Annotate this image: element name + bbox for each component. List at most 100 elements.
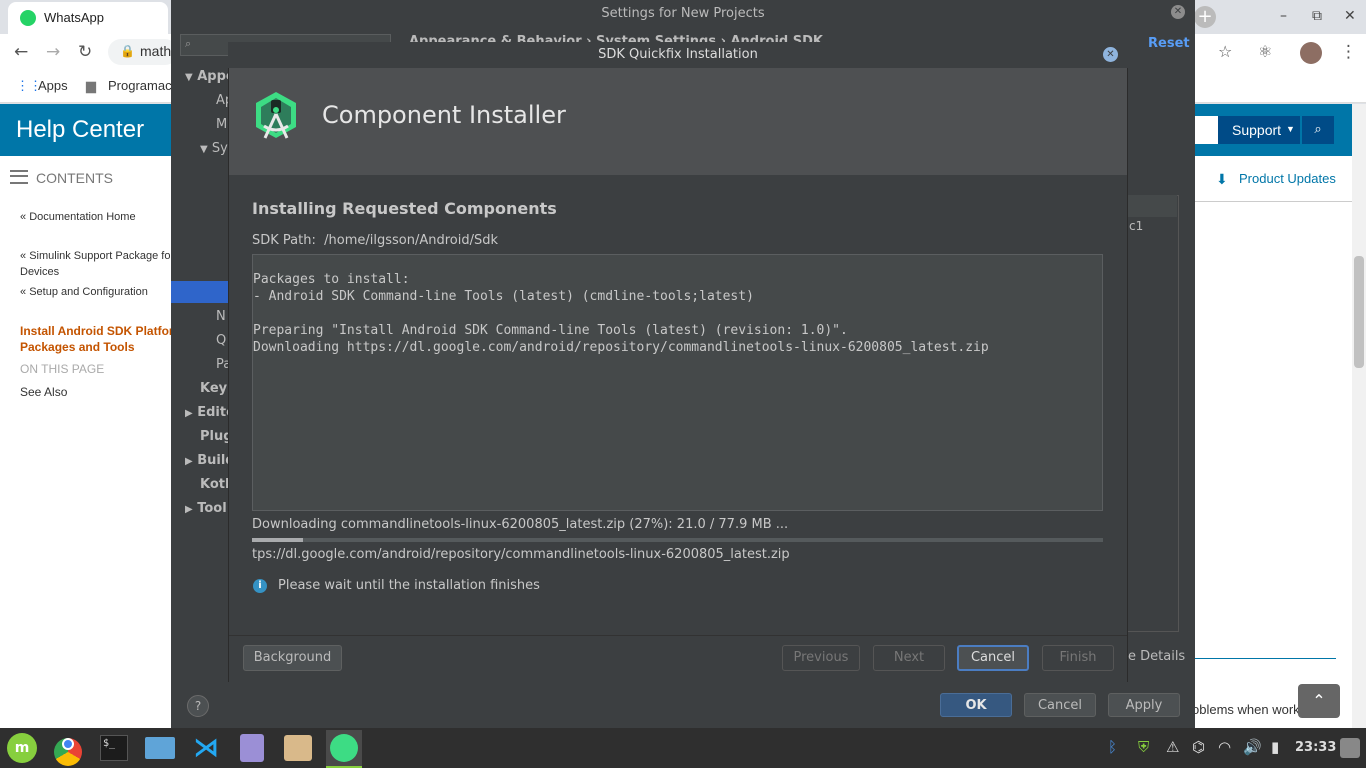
support-dropdown[interactable]: Support ▼	[1218, 116, 1300, 144]
tree-item-kotlin[interactable]: Kotl	[200, 477, 229, 492]
console-line: Downloading https://dl.google.com/androi…	[253, 340, 989, 355]
contents-label[interactable]: CONTENTS	[36, 170, 113, 186]
nav-simulink-support[interactable]: « Simulink Support Package for Devices	[20, 248, 175, 280]
nav-arrow: «	[20, 250, 27, 262]
back-to-top-button[interactable]: ⌃	[1298, 684, 1340, 718]
help-button[interactable]: ?	[187, 695, 209, 717]
nav-setup-configuration[interactable]: « Setup and Configuration	[20, 286, 148, 298]
previous-button[interactable]: Previous	[782, 645, 860, 671]
wait-message: Please wait until the installation finis…	[278, 578, 540, 593]
current-page-line2: Packages and Tools	[20, 340, 135, 354]
sdk-path-label: SDK Path:	[252, 233, 316, 248]
cancel-button[interactable]: Cancel	[957, 645, 1029, 671]
nav-label: Simulink Support Package for	[29, 250, 175, 262]
network-icon[interactable]: ⌬	[1192, 738, 1205, 756]
terminal-icon[interactable]: $_	[96, 730, 132, 766]
background-button[interactable]: Background	[243, 645, 342, 671]
console-line: - Android SDK Command-line Tools (latest…	[253, 289, 754, 304]
install-log-console[interactable]: Packages to install: - Android SDK Comma…	[252, 254, 1103, 511]
bookmark-programac[interactable]: Programac	[108, 78, 172, 93]
sdk-path: SDK Path: /home/ilgsson/Android/Sdk	[252, 233, 498, 248]
extension-icon[interactable]: ⚛	[1258, 42, 1272, 61]
progress-bar-fill	[252, 538, 304, 542]
tab-title: WhatsApp	[44, 10, 104, 25]
shield-icon[interactable]: ⛨	[1138, 738, 1149, 756]
console-line: Packages to install:	[253, 272, 410, 287]
profile-avatar[interactable]	[1300, 42, 1322, 64]
dialog-close-icon[interactable]: ✕	[1103, 47, 1118, 62]
tree-item-tools[interactable]: ▶ Tool	[185, 501, 227, 516]
whatsapp-icon	[20, 10, 36, 26]
show-desktop-icon[interactable]	[1340, 738, 1360, 758]
bookmark-apps[interactable]: Apps	[38, 78, 68, 93]
page-scrollbar[interactable]	[1352, 104, 1366, 728]
help-center-title[interactable]: Help Center	[16, 116, 144, 144]
console-line: Preparing "Install Android SDK Command-l…	[253, 323, 848, 338]
lock-icon: 🔒	[120, 44, 135, 58]
scrollbar-thumb[interactable]	[1354, 256, 1364, 368]
bluetooth-icon[interactable]: ᛒ	[1108, 738, 1117, 756]
minimize-icon[interactable]: –	[1280, 8, 1287, 24]
expand-arrow-icon: ▼	[200, 144, 208, 155]
back-icon[interactable]: ←	[14, 42, 28, 62]
mint-menu-icon[interactable]: m	[4, 730, 40, 766]
restore-icon[interactable]: ⧉	[1312, 8, 1322, 24]
apply-button[interactable]: Apply	[1108, 693, 1180, 717]
clock[interactable]: 23:33	[1295, 740, 1336, 755]
menu-icon[interactable]: ⋮	[1340, 42, 1357, 62]
expand-arrow-icon: ▶	[185, 408, 193, 419]
new-tab-button[interactable]: +	[1194, 6, 1216, 28]
settings-cancel-button[interactable]: Cancel	[1024, 693, 1096, 717]
files-icon[interactable]	[142, 730, 178, 766]
android-studio-taskbar-icon[interactable]	[326, 730, 362, 768]
forward-icon[interactable]: →	[46, 42, 60, 62]
component-installer-title: Component Installer	[322, 101, 566, 129]
nav-arrow: «	[20, 211, 27, 223]
current-page-line1: Install Android SDK Platfor	[20, 324, 174, 338]
on-this-page-label: ON THIS PAGE	[20, 362, 105, 376]
see-also-link[interactable]: See Also	[20, 385, 67, 399]
tree-label: Sy	[211, 141, 228, 156]
nav-documentation-home[interactable]: « Documentation Home	[20, 211, 136, 223]
settings-title: Settings for New Projects	[601, 6, 765, 21]
text-editor-icon[interactable]	[234, 730, 270, 766]
progress-url: tps://dl.google.com/android/repository/c…	[252, 547, 790, 562]
tree-selection-highlight	[171, 281, 229, 303]
star-icon[interactable]: ☆	[1218, 42, 1232, 61]
settings-close-icon[interactable]: ✕	[1171, 5, 1185, 19]
expand-arrow-icon: ▼	[185, 72, 193, 83]
ok-button[interactable]: OK	[940, 693, 1012, 717]
address-bar[interactable]: 🔒 math	[108, 39, 178, 65]
warning-icon[interactable]: ⚠	[1166, 738, 1179, 756]
volume-icon[interactable]: 🔊	[1243, 738, 1262, 756]
chrome-icon[interactable]	[50, 730, 86, 766]
vscode-icon[interactable]: ⋊	[188, 730, 224, 766]
reload-icon[interactable]: ↻	[78, 42, 92, 62]
show-details-checkbox-label[interactable]: e Details	[1128, 649, 1185, 664]
battery-icon[interactable]: ▮	[1271, 738, 1279, 756]
tree-item-m[interactable]: M	[216, 117, 227, 132]
product-updates-link[interactable]: Product Updates	[1239, 171, 1336, 186]
browser-tab-whatsapp[interactable]: WhatsApp	[8, 2, 168, 34]
sdk-path-value: /home/ilgsson/Android/Sdk	[324, 233, 499, 248]
wifi-icon[interactable]: ◠	[1218, 738, 1231, 756]
close-window-icon[interactable]: ✕	[1344, 8, 1356, 24]
archive-icon[interactable]	[280, 730, 316, 766]
nav-arrow: «	[20, 286, 27, 298]
progress-bar	[252, 538, 1103, 542]
url-text: math	[140, 43, 172, 59]
hamburger-icon[interactable]	[10, 170, 28, 184]
folder-icon: ▆	[86, 78, 96, 93]
sdk-table-header	[1127, 195, 1177, 217]
search-icon[interactable]: ⌕	[1302, 116, 1334, 144]
tree-item-q[interactable]: Q	[216, 333, 226, 348]
sdk-table-cell: c1	[1129, 219, 1144, 233]
finish-button[interactable]: Finish	[1042, 645, 1114, 671]
reset-link[interactable]: Reset	[1148, 36, 1190, 51]
tree-item-n[interactable]: N	[216, 309, 226, 324]
nav-label: Setup and Configuration	[29, 286, 148, 298]
caret-down-icon: ▼	[1286, 124, 1295, 134]
divider	[1190, 201, 1352, 202]
tree-item-system[interactable]: ▼ Sy	[200, 141, 228, 156]
next-button[interactable]: Next	[873, 645, 945, 671]
